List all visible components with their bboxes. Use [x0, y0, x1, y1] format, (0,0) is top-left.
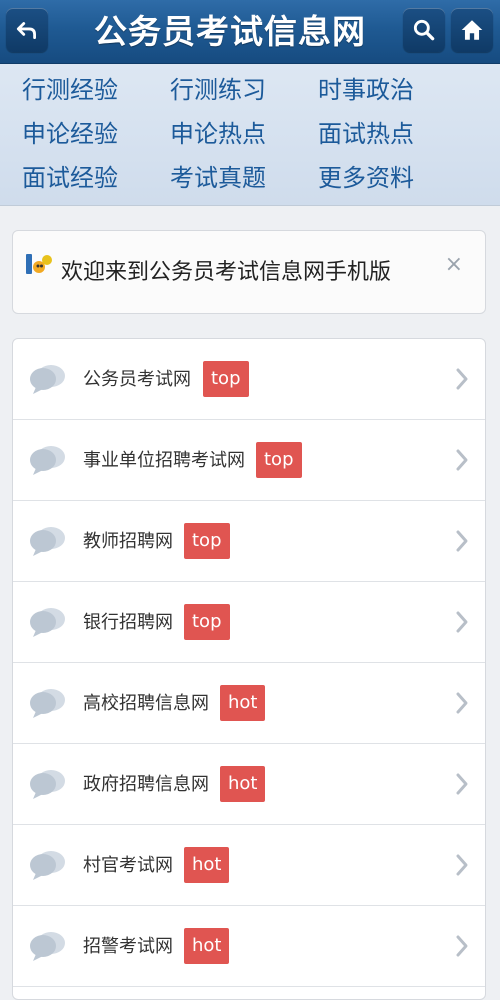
back-button[interactable]: [6, 8, 48, 52]
home-icon: [461, 20, 483, 40]
nav-item-more-materials[interactable]: 更多资料: [318, 156, 468, 200]
list-item[interactable]: 村官考试网 hot: [13, 825, 485, 906]
chevron-right-icon: [456, 854, 468, 876]
chat-bubble-icon: [30, 527, 65, 556]
chevron-right-icon: [456, 935, 468, 957]
chat-bubble-icon: [30, 770, 65, 799]
list-item-label: 事业单位招聘考试网: [83, 450, 245, 471]
nav-item-past-exams[interactable]: 考试真题: [170, 156, 320, 200]
nav-item-xingce-experience[interactable]: 行测经验: [22, 68, 172, 112]
nav-item-current-affairs[interactable]: 时事政治: [318, 68, 468, 112]
chat-bubble-icon: [30, 932, 65, 961]
list-item-label: 高校招聘信息网: [83, 693, 209, 714]
top-bar: 公务员考试信息网: [0, 0, 500, 64]
chevron-right-icon: [456, 368, 468, 390]
status-badge: hot: [220, 766, 266, 802]
chevron-right-icon: [456, 692, 468, 714]
category-nav: 行测经验 行测练习 时事政治 申论经验 申论热点 面试热点 面试经验 考试真题 …: [0, 64, 500, 206]
list-item[interactable]: 银行招聘网 top: [13, 582, 485, 663]
chevron-right-icon: [456, 530, 468, 552]
list-item-label: 教师招聘网: [83, 531, 173, 552]
nav-item-shenlun-experience[interactable]: 申论经验: [22, 112, 172, 156]
list-item-label: 银行招聘网: [83, 612, 173, 633]
site-logo-icon: [26, 254, 52, 274]
status-badge: top: [184, 604, 230, 640]
status-badge: hot: [220, 685, 266, 721]
search-button[interactable]: [403, 8, 445, 52]
close-icon[interactable]: ×: [445, 253, 463, 277]
chevron-right-icon: [456, 449, 468, 471]
nav-item-xingce-practice[interactable]: 行测练习: [170, 68, 320, 112]
list-item[interactable]: 招警考试网 hot: [13, 906, 485, 987]
list-item[interactable]: 政府招聘信息网 hot: [13, 744, 485, 825]
page-title: 公务员考试信息网: [94, 12, 366, 51]
list-item[interactable]: 高校招聘信息网 hot: [13, 663, 485, 744]
status-badge: hot: [184, 928, 230, 964]
site-link-list: 公务员考试网 top 事业单位招聘考试网 top 教师招聘网 top 银行招聘网…: [12, 338, 486, 1000]
chat-bubble-icon: [30, 446, 65, 475]
list-item-label: 村官考试网: [83, 855, 173, 876]
chat-bubble-icon: [30, 365, 65, 394]
status-badge: top: [184, 523, 230, 559]
list-item-label: 公务员考试网: [83, 369, 191, 390]
list-item-label: 招警考试网: [83, 936, 173, 957]
list-item[interactable]: 公务员考试网 top: [13, 339, 485, 420]
status-badge: top: [203, 361, 249, 397]
chat-bubble-icon: [30, 689, 65, 718]
list-item[interactable]: 教师招聘网 top: [13, 501, 485, 582]
status-badge: top: [256, 442, 302, 478]
nav-item-shenlun-hot[interactable]: 申论热点: [170, 112, 320, 156]
list-item[interactable]: 事业单位招聘考试网 top: [13, 420, 485, 501]
chat-bubble-icon: [30, 851, 65, 880]
welcome-banner: 欢迎来到公务员考试信息网手机版 ×: [12, 230, 486, 314]
nav-item-interview-experience[interactable]: 面试经验: [22, 156, 172, 200]
welcome-text: 欢迎来到公务员考试信息网手机版: [61, 260, 392, 285]
status-badge: hot: [184, 847, 230, 883]
list-item-label: 政府招聘信息网: [83, 774, 209, 795]
home-button[interactable]: [451, 8, 493, 52]
chevron-right-icon: [456, 773, 468, 795]
chevron-right-icon: [456, 611, 468, 633]
back-arrow-icon: [16, 22, 36, 39]
nav-item-interview-hot[interactable]: 面试热点: [318, 112, 468, 156]
chat-bubble-icon: [30, 608, 65, 637]
search-icon: [413, 19, 435, 41]
